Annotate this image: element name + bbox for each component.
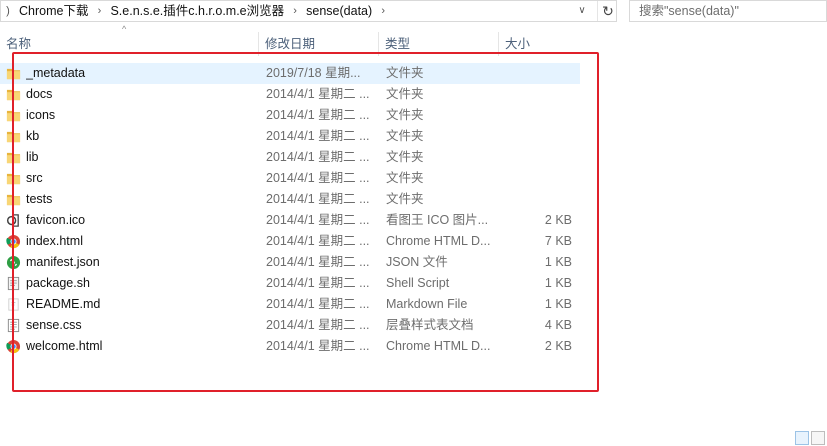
large-icons-view-icon[interactable] — [811, 431, 825, 445]
search-input[interactable] — [630, 1, 809, 21]
search-box[interactable] — [629, 0, 827, 22]
breadcrumb-item-sense-plugin[interactable]: S.e.n.s.e.插件c.h.r.o.m.e浏览器 — [106, 1, 288, 21]
address-bar[interactable]: ) Chrome下载 › S.e.n.s.e.插件c.h.r.o.m.e浏览器 … — [0, 0, 617, 22]
chevron-right-icon[interactable]: › — [288, 1, 302, 21]
highlight-box — [12, 52, 599, 392]
address-dropdown-icon[interactable]: ∨ — [573, 1, 591, 21]
view-toggle — [795, 431, 827, 445]
sort-ascending-icon: ^ — [122, 24, 127, 34]
breadcrumb-separator-icon: ) — [6, 5, 10, 17]
breadcrumb: ) Chrome下载 › S.e.n.s.e.插件c.h.r.o.m.e浏览器 … — [1, 1, 390, 21]
chevron-right-icon[interactable]: › — [376, 1, 390, 21]
breadcrumb-item-sense-data[interactable]: sense(data) — [302, 1, 376, 21]
breadcrumb-item-chrome-downloads[interactable]: Chrome下载 — [15, 1, 92, 21]
details-view-icon[interactable] — [795, 431, 809, 445]
chevron-right-icon[interactable]: › — [92, 1, 106, 21]
refresh-icon[interactable]: ↻ — [597, 1, 618, 21]
